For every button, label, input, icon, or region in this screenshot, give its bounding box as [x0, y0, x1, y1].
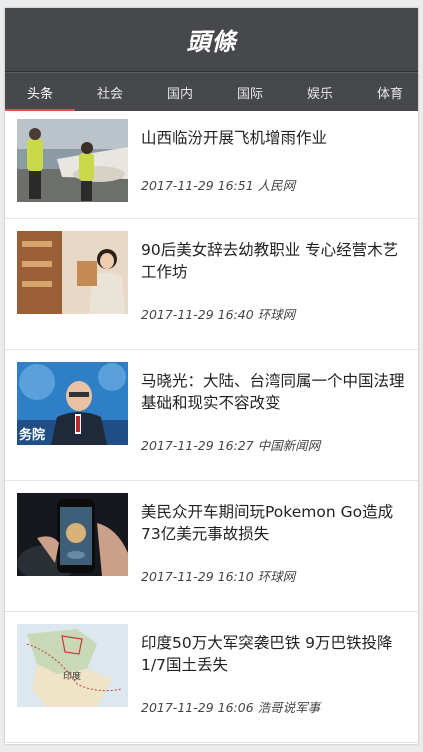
news-meta: 2017-11-29 16:51 人民网 [141, 175, 295, 194]
phone-game-photo [17, 493, 128, 576]
map-label-text: 印度 [63, 670, 81, 682]
news-thumbnail: 印度 [17, 624, 128, 707]
news-item[interactable]: 美民众开车期间玩Pokemon Go造成73亿美元事故损失 2017-11-29… [5, 481, 418, 612]
tab-label: 国际 [236, 86, 263, 102]
news-title: 山西临汾开展飞机增雨作业 [141, 129, 328, 147]
news-list: 山西临汾开展飞机增雨作业 2017-11-29 16:51 人民网 90后美女辞… [5, 111, 418, 743]
airplane-crew-photo [17, 119, 128, 202]
news-source: 环球网 [257, 569, 296, 584]
news-title: 印度50万大军突袭巴铁 9万巴铁投降 1/7国土丢失 [141, 634, 393, 674]
news-meta: 2017-11-29 16:06 浩哥说军事 [141, 697, 320, 716]
tab-headline[interactable]: 头条 [5, 73, 75, 111]
news-item[interactable]: 山西临汾开展飞机增雨作业 2017-11-29 16:51 人民网 [5, 111, 418, 219]
news-time: 2017-11-29 16:40 [141, 307, 254, 322]
news-thumbnail: 务院 [17, 362, 128, 445]
news-time: 2017-11-29 16:27 [141, 438, 254, 453]
press-conference-photo: 务院 [17, 362, 128, 445]
news-source: 人民网 [257, 178, 296, 193]
news-title: 马晓光：大陆、台湾同属一个中国法理基础和现实不容改变 [141, 372, 405, 412]
tab-domestic[interactable]: 国内 [145, 73, 215, 111]
header: 頭條 [5, 8, 418, 72]
news-item[interactable]: 90后美女辞去幼教职业 专心经营木艺工作坊 2017-11-29 16:40 环球… [5, 219, 418, 350]
tab-label: 头条 [26, 86, 53, 102]
news-thumbnail [17, 231, 128, 314]
news-time: 2017-11-29 16:06 [141, 700, 254, 715]
news-item[interactable]: 印度 印度50万大军突袭巴铁 9万巴铁投降 1/7国土丢失 2017-11-29… [5, 612, 418, 743]
tab-society[interactable]: 社会 [75, 73, 145, 111]
news-meta: 2017-11-29 16:27 中国新闻网 [141, 435, 320, 454]
news-title: 90后美女辞去幼教职业 专心经营木艺工作坊 [141, 241, 399, 281]
app-window: 頭條 头条 社会 国内 国际 娱乐 体育 山西临汾开展飞机增雨作业 2017-1… [5, 8, 418, 744]
news-time: 2017-11-29 16:10 [141, 569, 254, 584]
woodcraft-workshop-photo [17, 231, 128, 314]
tab-entertainment[interactable]: 娱乐 [285, 73, 355, 111]
app-logo: 頭條 [186, 28, 237, 56]
india-pakistan-map: 印度 [17, 624, 128, 707]
news-title: 美民众开车期间玩Pokemon Go造成73亿美元事故损失 [141, 503, 394, 543]
tab-label: 国内 [166, 86, 193, 102]
press-banner-text: 务院 [19, 427, 45, 443]
category-tabs: 头条 社会 国内 国际 娱乐 体育 [5, 72, 418, 111]
news-thumbnail [17, 493, 128, 576]
news-source: 中国新闻网 [257, 438, 321, 453]
tab-label: 社会 [96, 86, 123, 102]
news-source: 浩哥说军事 [257, 700, 321, 715]
news-meta: 2017-11-29 16:10 环球网 [141, 566, 295, 585]
news-item[interactable]: 务院 马晓光：大陆、台湾同属一个中国法理基础和现实不容改变 2017-11-29… [5, 350, 418, 481]
tab-international[interactable]: 国际 [215, 73, 285, 111]
tab-label: 体育 [376, 86, 403, 102]
tab-label: 娱乐 [306, 86, 333, 102]
news-time: 2017-11-29 16:51 [141, 178, 254, 193]
news-source: 环球网 [257, 307, 296, 322]
news-meta: 2017-11-29 16:40 环球网 [141, 304, 295, 323]
news-thumbnail [17, 119, 128, 202]
tab-sports[interactable]: 体育 [355, 73, 418, 111]
